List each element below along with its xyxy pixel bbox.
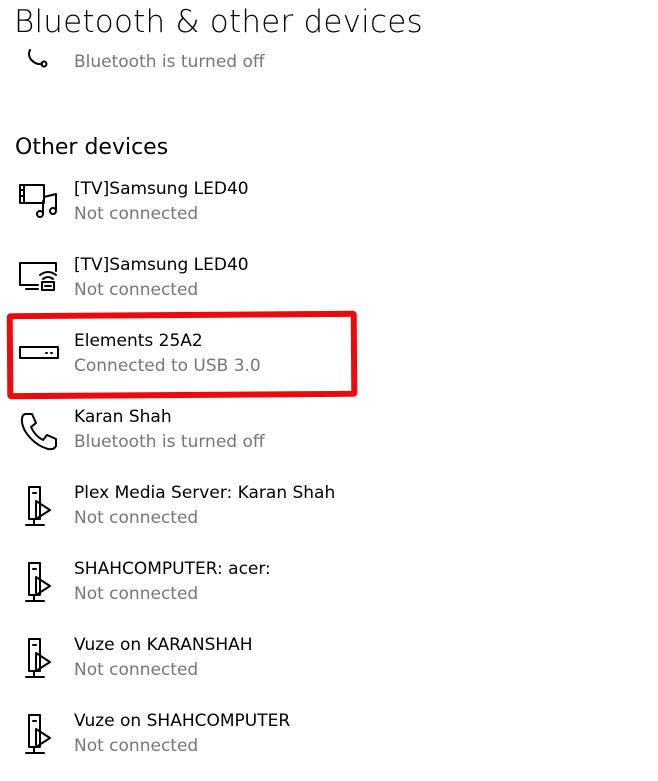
device-status: Bluetooth is turned off: [74, 432, 265, 452]
media-device-icon: [16, 181, 64, 229]
device-name: Vuze on SHAHCOMPUTER: [74, 711, 291, 731]
device-name: Karan Shah: [74, 407, 172, 427]
media-server-icon: [16, 483, 64, 531]
device-status: Not connected: [74, 280, 199, 300]
device-status: Not connected: [74, 736, 199, 756]
device-status: Not connected: [74, 584, 199, 604]
device-name: [TV]Samsung LED40: [74, 255, 249, 275]
device-name: SHAHCOMPUTER: acer:: [74, 559, 271, 579]
media-server-icon: [16, 711, 64, 759]
device-name: Vuze on KARANSHAH: [74, 635, 253, 655]
device-item[interactable]: [TV]Samsung LED40 Not connected: [0, 255, 620, 325]
device-item[interactable]: Plex Media Server: Karan Shah Not connec…: [0, 483, 620, 553]
device-name: Elements 25A2: [74, 331, 203, 351]
phone-icon: [16, 409, 64, 457]
device-item[interactable]: Vuze on SHAHCOMPUTER Not connected: [0, 711, 620, 781]
page-title: Bluetooth & other devices: [14, 4, 423, 40]
device-name: [TV]Samsung LED40: [74, 179, 249, 199]
device-status: Not connected: [74, 508, 199, 528]
device-status: Bluetooth is turned off: [74, 52, 265, 72]
device-item[interactable]: Elements 25A2 Connected to USB 3.0: [0, 331, 620, 401]
drive-icon: [16, 335, 64, 383]
device-name: Plex Media Server: Karan Shah: [74, 483, 336, 503]
device-item[interactable]: Karan Shah Bluetooth is turned off: [0, 407, 620, 477]
wireless-display-icon: [16, 257, 64, 305]
media-server-icon: [16, 635, 64, 683]
device-item[interactable]: SHAHCOMPUTER: acer: Not connected: [0, 559, 620, 629]
device-item[interactable]: Vuze on KARANSHAH Not connected: [0, 635, 620, 705]
other-devices-heading: Other devices: [15, 135, 169, 160]
device-status: Connected to USB 3.0: [74, 356, 261, 376]
device-item[interactable]: [TV]Samsung LED40 Not connected: [0, 179, 620, 249]
device-status: Not connected: [74, 204, 199, 224]
headset-icon: [22, 48, 52, 72]
media-server-icon: [16, 559, 64, 607]
device-status: Not connected: [74, 660, 199, 680]
